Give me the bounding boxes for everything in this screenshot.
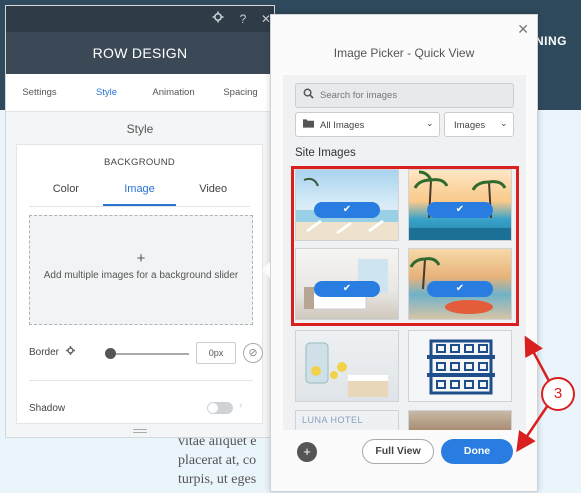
arrow-to-selection [524,335,551,382]
step-number-badge: 3 [541,377,575,411]
annotation-arrows [516,335,551,453]
arrow-to-done [516,404,550,453]
